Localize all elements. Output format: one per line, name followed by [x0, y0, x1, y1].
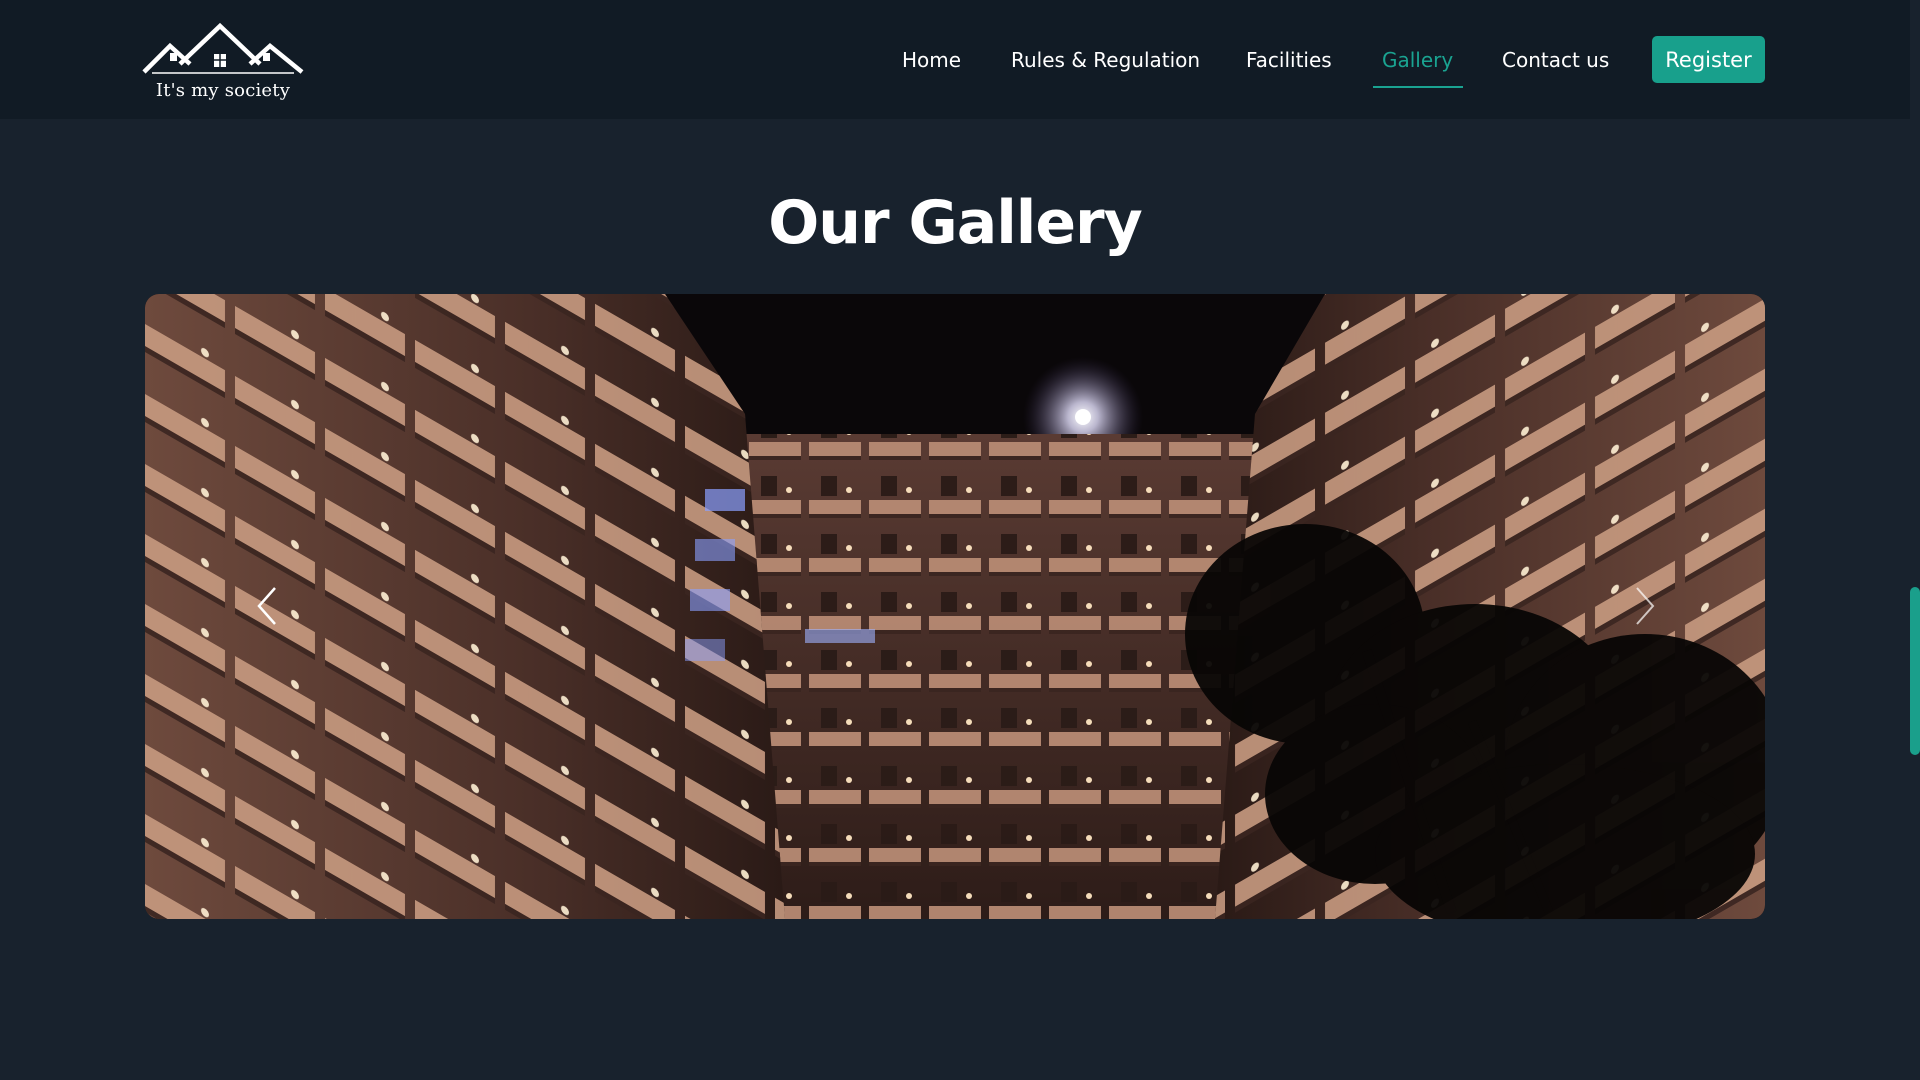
scrollbar-thumb[interactable] [1910, 587, 1920, 755]
logo-tagline: It's my society [155, 80, 291, 101]
nav-contact-us[interactable]: Contact us [1502, 36, 1609, 84]
nav-home[interactable]: Home [902, 36, 961, 84]
chevron-left-icon [257, 587, 276, 625]
carousel-prev-button[interactable] [237, 566, 297, 646]
gallery-title: Our Gallery [768, 188, 1142, 258]
gallery-carousel [145, 294, 1765, 919]
night-apartment-building-photo [145, 294, 1765, 919]
nav-rules-regulation[interactable]: Rules & Regulation [1011, 36, 1200, 84]
nav-facilities[interactable]: Facilities [1246, 36, 1332, 84]
nav-gallery[interactable]: Gallery [1382, 36, 1453, 84]
logo[interactable]: It's my society [142, 20, 304, 106]
scrollbar-track[interactable] [1910, 0, 1920, 1080]
carousel-next-button[interactable] [1615, 566, 1675, 646]
register-button[interactable]: Register [1652, 36, 1765, 83]
houses-roof-icon [142, 22, 304, 74]
navbar: It's my society Home Rules & Regulation … [0, 0, 1910, 119]
chevron-right-icon [1636, 587, 1655, 625]
active-nav-indicator [1373, 86, 1463, 88]
